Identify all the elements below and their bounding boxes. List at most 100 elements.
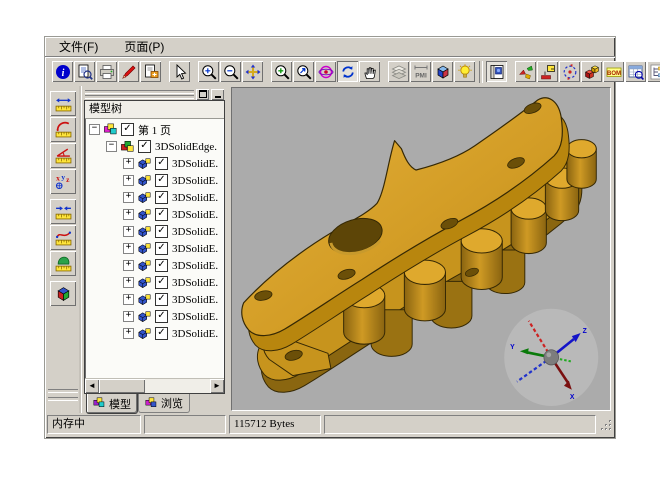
dynamic-zoom-button[interactable] — [293, 61, 314, 82]
markup-button[interactable] — [118, 61, 139, 82]
panel-grip[interactable] — [84, 88, 225, 100]
tree-node[interactable]: + ✓ 3DSolidE. — [85, 189, 224, 206]
menu-item-1[interactable]: 页面(P) — [120, 37, 168, 56]
tree-node[interactable]: +✓3DSolidE. — [85, 240, 224, 257]
refresh-button[interactable] — [337, 61, 358, 82]
tree-node[interactable]: +✓3DSolidE. — [85, 223, 224, 240]
expand-icon[interactable]: + — [123, 243, 134, 254]
tree-node[interactable]: +✓3DSolidE. — [85, 257, 224, 274]
report-button[interactable] — [625, 61, 646, 82]
zoom-window-button[interactable] — [271, 61, 292, 82]
layers-button[interactable] — [388, 61, 409, 82]
measure-area-button[interactable] — [50, 251, 76, 276]
measure-toolbar: xyz — [45, 86, 82, 413]
expand-icon[interactable]: + — [123, 209, 134, 220]
tree-view-button[interactable] — [647, 61, 660, 82]
node-checkbox[interactable]: ✓ — [121, 123, 134, 136]
node-label: 3DSolidE. — [172, 192, 218, 204]
pan-button[interactable] — [242, 61, 263, 82]
expand-icon[interactable]: + — [123, 311, 134, 322]
node-checkbox[interactable]: ✓ — [155, 327, 168, 340]
expand-icon[interactable]: + — [123, 158, 134, 169]
tab-model[interactable]: 模型 — [86, 394, 138, 414]
tree-node[interactable]: +✓3DSolidE. — [85, 325, 224, 342]
node-checkbox[interactable]: ✓ — [155, 157, 168, 170]
explode-icon — [518, 64, 534, 80]
menu-item-0[interactable]: 文件(F) — [55, 37, 102, 56]
scroll-left-button[interactable]: ◄ — [85, 379, 99, 393]
export-button[interactable] — [140, 61, 161, 82]
tree-node[interactable]: −✓第 1 页 — [85, 121, 224, 138]
part-icon — [137, 310, 152, 324]
node-checkbox[interactable]: ✓ — [155, 174, 168, 187]
scrollbar-thumb[interactable] — [99, 379, 145, 393]
collapse-icon[interactable]: − — [89, 124, 100, 135]
tab-browse[interactable]: 浏览 — [138, 394, 190, 413]
solid-measure-button[interactable] — [50, 281, 76, 306]
move-part-button[interactable] — [537, 61, 558, 82]
page: 文件(F)页面(P) iPMIBOM xyz 模型树 −✓第 1 页−✓3DSo… — [0, 0, 660, 477]
node-label: 3DSolidE. — [172, 175, 218, 187]
preview-button[interactable] — [74, 61, 95, 82]
light-icon — [457, 64, 473, 80]
tree-node[interactable]: −✓3DSolidEdge. — [85, 138, 224, 155]
node-checkbox[interactable]: ✓ — [155, 242, 168, 255]
rotate-part-button[interactable] — [559, 61, 580, 82]
measure-angle-button[interactable] — [50, 143, 76, 168]
expand-icon[interactable]: + — [123, 277, 134, 288]
viewport[interactable]: Z X Y — [231, 87, 611, 411]
expand-icon[interactable]: + — [123, 328, 134, 339]
pmi-button[interactable]: PMI — [410, 61, 431, 82]
expand-icon[interactable]: + — [123, 192, 134, 203]
node-checkbox[interactable]: ✓ — [155, 208, 168, 221]
tree-node[interactable]: +✓3DSolidE. — [85, 291, 224, 308]
measure-arc-button[interactable] — [50, 117, 76, 142]
orientation-trackball[interactable]: Z X Y — [504, 309, 598, 406]
measure-curve-button[interactable] — [50, 225, 76, 250]
select-button[interactable] — [169, 61, 190, 82]
zoom-in-button[interactable] — [198, 61, 219, 82]
lighting-button[interactable] — [454, 61, 475, 82]
scrollbar-track[interactable] — [99, 379, 210, 393]
print-icon — [99, 64, 115, 80]
view-cube-button[interactable] — [432, 61, 453, 82]
panel-minimize-button[interactable] — [211, 89, 224, 100]
expand-icon[interactable]: + — [123, 175, 134, 186]
measure-gap-button[interactable] — [50, 199, 76, 224]
measure-coordinate-button[interactable]: xyz — [50, 169, 76, 194]
node-checkbox[interactable]: ✓ — [138, 140, 151, 153]
zoom-out-button[interactable] — [220, 61, 241, 82]
print-button[interactable] — [96, 61, 117, 82]
node-checkbox[interactable]: ✓ — [155, 225, 168, 238]
node-checkbox[interactable]: ✓ — [155, 276, 168, 289]
notebook-button[interactable] — [486, 61, 507, 82]
tree-node[interactable]: +✓3DSolidE. — [85, 206, 224, 223]
scroll-right-button[interactable]: ► — [210, 379, 224, 393]
resize-grip[interactable] — [599, 416, 613, 433]
node-checkbox[interactable]: ✓ — [155, 310, 168, 323]
collapse-icon[interactable]: − — [106, 141, 117, 152]
info-button[interactable]: i — [52, 61, 73, 82]
expand-icon[interactable]: + — [123, 226, 134, 237]
page-icon — [103, 123, 118, 137]
node-checkbox[interactable]: ✓ — [155, 293, 168, 306]
expand-icon[interactable]: + — [123, 260, 134, 271]
zoom-out-icon — [223, 64, 239, 80]
hand-pan-button[interactable] — [359, 61, 380, 82]
explode-button[interactable] — [515, 61, 536, 82]
orbit-button[interactable] — [315, 61, 336, 82]
measure-distance-button[interactable] — [50, 91, 76, 116]
bom-button[interactable]: BOM — [603, 61, 624, 82]
assembly-button[interactable] — [581, 61, 602, 82]
part-icon — [137, 208, 152, 222]
tree-node[interactable]: +✓3DSolidE. — [85, 274, 224, 291]
tree-node[interactable]: + ✓ 3DSolidE. — [85, 172, 224, 189]
status-size: 115712 Bytes — [229, 415, 321, 434]
panel-restore-button[interactable] — [196, 89, 209, 100]
status-memory: 内存中 — [47, 415, 141, 434]
node-checkbox[interactable]: ✓ — [155, 259, 168, 272]
tree-node[interactable]: +✓3DSolidE. — [85, 155, 224, 172]
expand-icon[interactable]: + — [123, 294, 134, 305]
tree-node[interactable]: +✓3DSolidE. — [85, 308, 224, 325]
node-checkbox[interactable]: ✓ — [155, 191, 168, 204]
